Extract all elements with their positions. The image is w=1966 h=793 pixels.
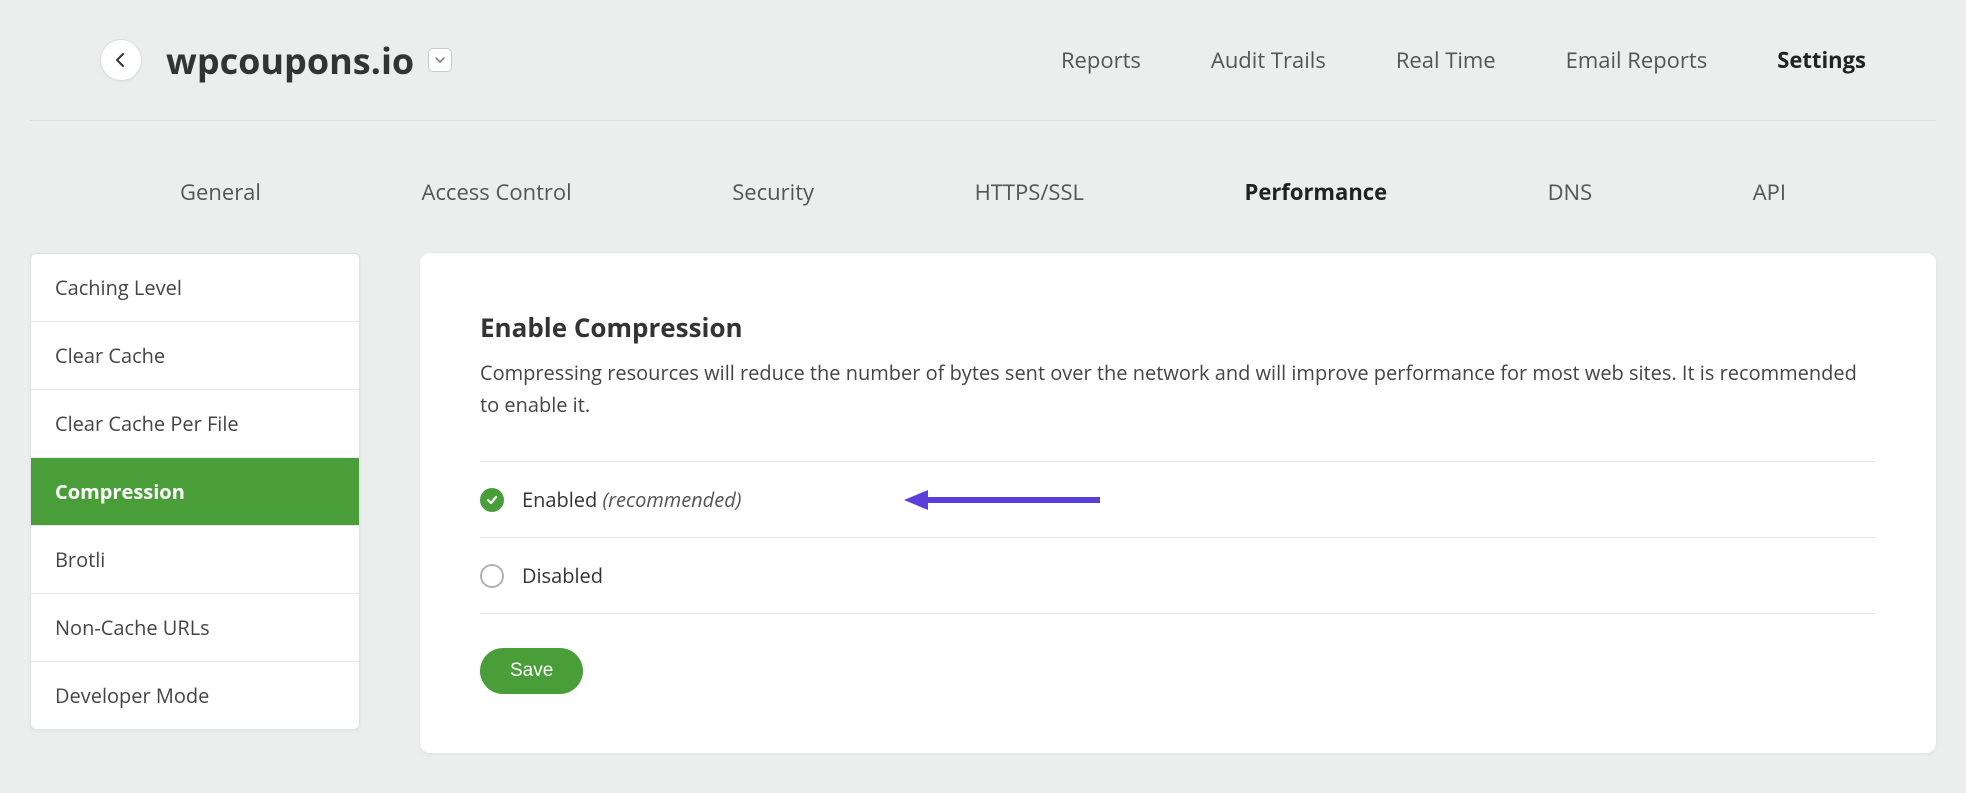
sidebar-item-clear-cache[interactable]: Clear Cache bbox=[31, 322, 359, 390]
caret-down-icon bbox=[435, 57, 445, 63]
main-panel: Enable Compression Compressing resources… bbox=[420, 253, 1936, 753]
tab-general[interactable]: General bbox=[140, 171, 301, 213]
arrow-left-icon bbox=[113, 52, 129, 68]
topnav-item-real-time[interactable]: Real Time bbox=[1396, 45, 1496, 75]
option-label-disabled: Disabled bbox=[522, 562, 603, 589]
site-dropdown-button[interactable] bbox=[428, 48, 452, 72]
topnav-item-settings[interactable]: Settings bbox=[1777, 45, 1866, 75]
settings-tabs: General Access Control Security HTTPS/SS… bbox=[0, 171, 1966, 213]
panel-description: Compressing resources will reduce the nu… bbox=[480, 357, 1876, 421]
topnav-item-email-reports[interactable]: Email Reports bbox=[1566, 45, 1708, 75]
check-icon bbox=[485, 493, 499, 507]
sidebar-item-caching-level[interactable]: Caching Level bbox=[31, 254, 359, 322]
settings-sidebar: Caching Level Clear Cache Clear Cache Pe… bbox=[30, 253, 360, 730]
option-label-enabled: Enabled (recommended) bbox=[522, 486, 741, 513]
tab-https-ssl[interactable]: HTTPS/SSL bbox=[935, 171, 1124, 213]
option-row-enabled[interactable]: Enabled (recommended) bbox=[480, 461, 1876, 537]
sidebar-item-brotli[interactable]: Brotli bbox=[31, 526, 359, 594]
topnav-item-reports[interactable]: Reports bbox=[1061, 45, 1141, 75]
tab-performance[interactable]: Performance bbox=[1205, 171, 1428, 213]
tab-access-control[interactable]: Access Control bbox=[381, 171, 611, 213]
annotation-arrow-icon bbox=[900, 485, 1110, 515]
sidebar-item-developer-mode[interactable]: Developer Mode bbox=[31, 662, 359, 729]
radio-unselected-icon bbox=[480, 564, 504, 588]
sidebar-item-non-cache-urls[interactable]: Non-Cache URLs bbox=[31, 594, 359, 662]
option-row-disabled[interactable]: Disabled bbox=[480, 537, 1876, 614]
back-button[interactable] bbox=[100, 39, 142, 81]
sidebar-item-clear-cache-per-file[interactable]: Clear Cache Per File bbox=[31, 390, 359, 458]
panel-title: Enable Compression bbox=[480, 309, 1876, 345]
topnav-item-audit-trails[interactable]: Audit Trails bbox=[1211, 45, 1326, 75]
tab-dns[interactable]: DNS bbox=[1508, 171, 1633, 213]
save-button[interactable]: Save bbox=[480, 648, 583, 694]
tab-security[interactable]: Security bbox=[692, 171, 854, 213]
radio-selected-icon bbox=[480, 488, 504, 512]
site-title: wpcoupons.io bbox=[166, 36, 414, 85]
top-nav: Reports Audit Trails Real Time Email Rep… bbox=[1061, 45, 1866, 75]
header-divider bbox=[30, 120, 1936, 121]
sidebar-item-compression[interactable]: Compression bbox=[31, 458, 359, 526]
tab-api[interactable]: API bbox=[1713, 171, 1826, 213]
